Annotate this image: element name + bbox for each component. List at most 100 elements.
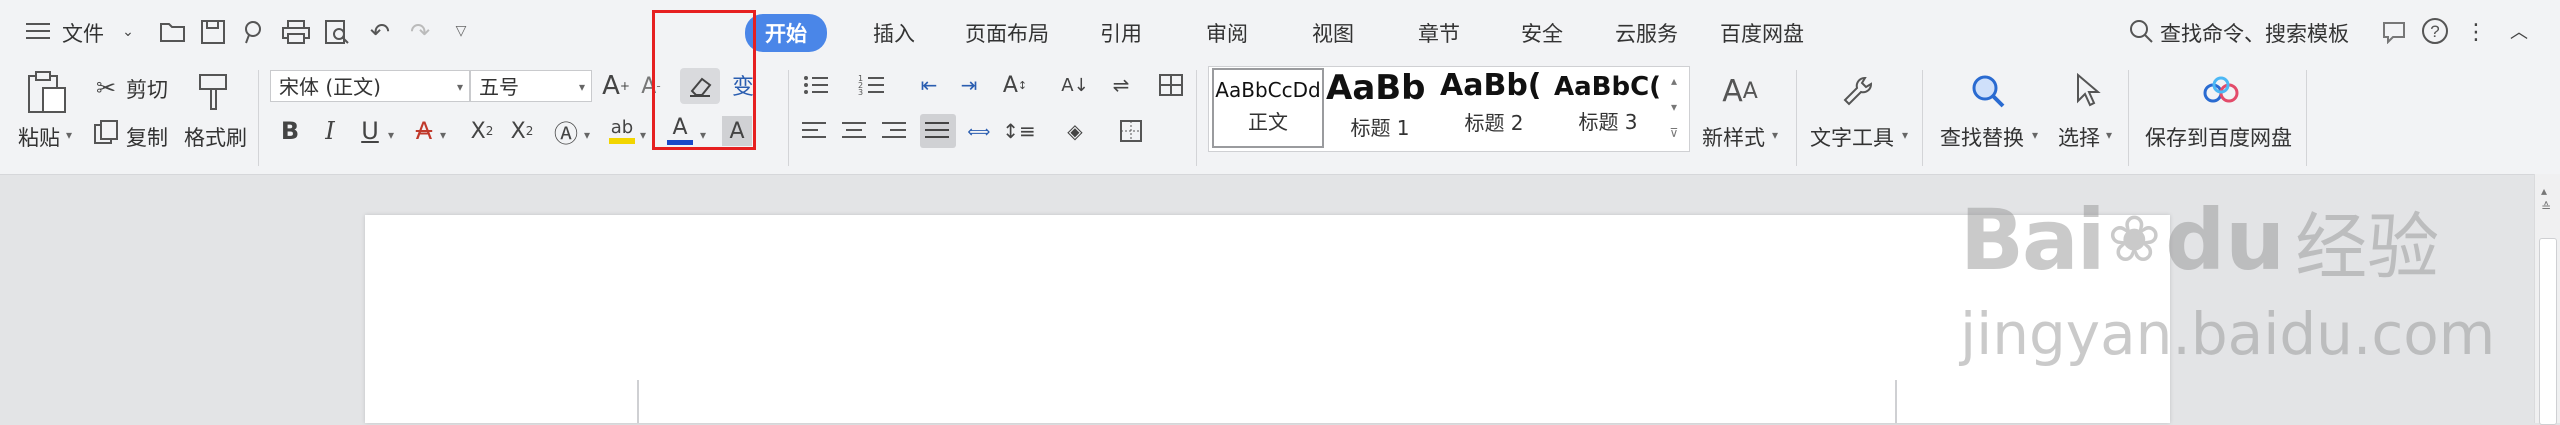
sort-icon[interactable]: A↓ [1060, 70, 1090, 100]
watermark-brand-2: du [2165, 191, 2286, 289]
tab-home[interactable]: 开始 [745, 14, 827, 52]
margin-corner-right [1895, 380, 1897, 423]
highlight-dropdown-arrow[interactable]: ▾ [640, 128, 646, 142]
increase-indent-icon[interactable]: ⇥ [954, 70, 984, 100]
tab-references[interactable]: 引用 [1100, 18, 1142, 48]
show-marks-icon[interactable]: ⇌ [1104, 70, 1138, 100]
text-tools-button[interactable]: 文字工具 [1810, 122, 1894, 152]
font-name-value: 宋体 (正文) [279, 75, 381, 99]
group-divider [258, 70, 259, 166]
text-effect-icon[interactable]: Ⓐ [552, 114, 580, 148]
style-heading-1[interactable]: AaBb 标题 1 [1326, 68, 1434, 144]
highlight-icon[interactable]: ab [606, 112, 638, 148]
line-spacing-icon[interactable]: ↕≡ [1002, 116, 1036, 146]
tab-page-layout[interactable]: 页面布局 [965, 18, 1049, 48]
format-painter-icon[interactable] [194, 70, 234, 114]
search-icon[interactable] [2128, 18, 2154, 44]
italic-icon[interactable]: I [316, 114, 344, 148]
open-folder-icon[interactable] [158, 18, 188, 46]
save-to-baidu-button[interactable]: 保存到百度网盘 [2145, 122, 2292, 152]
tab-security[interactable]: 安全 [1521, 18, 1563, 48]
underline-dropdown-arrow[interactable]: ▾ [388, 128, 394, 142]
copy-icon[interactable] [92, 118, 120, 146]
tab-cloud-service[interactable]: 云服务 [1615, 18, 1678, 48]
watermark-url: jingyan.baidu.com [1960, 300, 2496, 368]
tab-baidu-netdisk[interactable]: 百度网盘 [1720, 18, 1804, 48]
change-case-icon[interactable]: A ↕ [998, 70, 1032, 100]
styles-scroll-arrows[interactable]: ▴ ▾ ⊽ [1664, 68, 1684, 148]
justify-icon[interactable] [920, 114, 956, 148]
new-style-icon[interactable]: AA [1716, 68, 1764, 114]
redo-icon[interactable]: ↷ [406, 18, 434, 46]
ribbon-toolbar: 粘贴 ▾ ✂ 剪切 复制 格式刷 宋体 (正文) ▾ 五号 ▾ A + A- 变 … [0, 62, 2560, 175]
grow-font-icon[interactable]: A + [600, 70, 632, 102]
scissors-icon[interactable]: ✂ [92, 74, 120, 102]
print-icon[interactable] [280, 18, 312, 46]
save-icon[interactable] [198, 18, 228, 46]
highlight-annotation-box [652, 10, 756, 150]
style-label: 正文 [1248, 110, 1288, 134]
table-grid-icon[interactable] [1156, 70, 1186, 100]
shading-icon[interactable]: ◈ [1060, 116, 1090, 146]
tab-view[interactable]: 视图 [1312, 18, 1354, 48]
font-name-select[interactable]: 宋体 (正文) ▾ [270, 70, 470, 102]
baidu-netdisk-icon[interactable] [2200, 72, 2242, 112]
help-icon[interactable]: ? [2420, 16, 2450, 46]
font-size-select[interactable]: 五号 ▾ [470, 70, 592, 102]
strikethrough-icon[interactable]: A [410, 114, 438, 148]
file-menu[interactable]: 文件 [62, 18, 104, 48]
find-replace-button[interactable]: 查找替换 [1940, 122, 2024, 152]
more-options-icon[interactable]: ⋮ [2465, 18, 2487, 46]
print-preview-icon[interactable] [322, 18, 352, 46]
group-divider [2128, 70, 2129, 166]
select-button[interactable]: 选择 [2058, 122, 2100, 152]
copy-button[interactable]: 复制 [126, 122, 168, 152]
find-replace-icon[interactable] [1966, 68, 2010, 114]
command-search-input[interactable]: 查找命令、搜索模板 [2160, 18, 2349, 48]
export-pdf-icon[interactable] [238, 18, 268, 46]
superscript-icon[interactable]: X2 [466, 114, 498, 148]
cut-button[interactable]: 剪切 [126, 74, 168, 104]
hamburger-menu-icon[interactable] [26, 20, 52, 42]
subscript-icon[interactable]: X2 [506, 114, 538, 148]
undo-icon[interactable]: ↶ [366, 18, 394, 46]
group-divider [1922, 70, 1923, 166]
scroll-up-arrow[interactable]: ▴ [2541, 184, 2547, 198]
chevron-down-icon: ▾ [456, 80, 463, 94]
numbered-list-icon[interactable]: 123 [856, 70, 888, 100]
style-normal[interactable]: AaBbCcDd 正文 [1212, 68, 1324, 148]
format-painter-button[interactable]: 格式刷 [184, 122, 247, 152]
document-page[interactable] [365, 215, 2170, 423]
text-effect-dropdown-arrow[interactable]: ▾ [584, 128, 590, 142]
wrench-icon[interactable] [1836, 68, 1880, 114]
decrease-indent-icon[interactable]: ⇤ [914, 70, 944, 100]
underline-icon[interactable]: U [356, 114, 384, 148]
tab-insert[interactable]: 插入 [873, 18, 915, 48]
strikethrough-dropdown-arrow[interactable]: ▾ [440, 128, 446, 142]
bold-icon[interactable]: B [276, 114, 304, 148]
chevron-down-icon[interactable]: ⌄ [118, 22, 138, 42]
paste-button[interactable]: 粘贴 [18, 122, 60, 152]
tab-review[interactable]: 审阅 [1206, 18, 1248, 48]
paste-icon[interactable] [22, 68, 72, 118]
style-heading-3[interactable]: AaBbC( 标题 3 [1554, 68, 1662, 144]
scroll-page-up-arrow[interactable]: ≙ [2541, 200, 2551, 214]
collapse-ribbon-icon[interactable]: ︿ [2506, 18, 2532, 44]
cursor-arrow-icon[interactable] [2068, 68, 2108, 114]
align-left-icon[interactable] [800, 116, 830, 146]
distributed-align-icon[interactable]: ⟺ [964, 116, 994, 146]
bullet-list-icon[interactable] [800, 70, 832, 100]
vertical-scrollbar[interactable]: ▴ ≙ [2534, 174, 2560, 425]
borders-icon[interactable] [1116, 116, 1146, 146]
align-right-icon[interactable] [880, 116, 910, 146]
svg-text:?: ? [2430, 22, 2439, 41]
scroll-thumb[interactable] [2539, 238, 2557, 425]
style-heading-2[interactable]: AaBb( 标题 2 [1440, 68, 1548, 144]
align-center-icon[interactable] [840, 116, 870, 146]
comment-icon[interactable] [2380, 18, 2408, 46]
chevron-down-icon: ▾ [2106, 128, 2113, 142]
tab-chapter[interactable]: 章节 [1418, 18, 1460, 48]
customize-toolbar-icon[interactable]: ▽ [450, 20, 472, 42]
paste-dropdown-arrow[interactable]: ▾ [66, 128, 72, 142]
new-style-button[interactable]: 新样式 [1702, 122, 1765, 152]
